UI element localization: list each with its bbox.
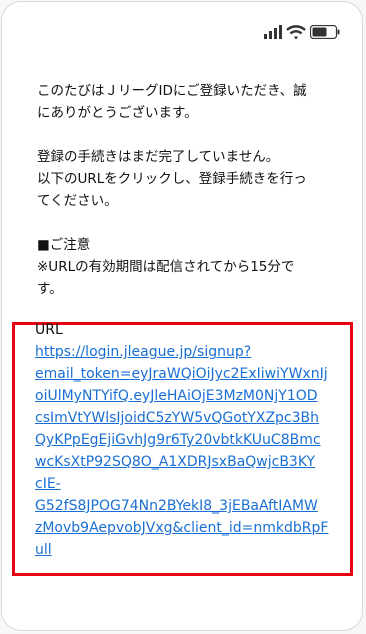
notice-body: ※URLの有効期間は配信されてから15分で す。 xyxy=(37,259,295,297)
status-bar xyxy=(264,20,340,44)
battery-icon xyxy=(310,25,340,39)
wifi-icon xyxy=(286,24,306,40)
signup-link[interactable]: https://login.jleague.jp/signup? email_t… xyxy=(35,341,345,561)
notice-heading: ■ご注意 xyxy=(37,237,91,253)
cellular-signal-icon xyxy=(264,25,282,39)
intro-text: このたびはＪリーグIDにご登録いただき、誠 にありがとうございます。 xyxy=(37,83,307,121)
url-label: URL xyxy=(35,322,63,338)
incomplete-notice-text: 登録の手続きはまだ完了していません。 以下のURLをクリックし、登録手続きを行っ… xyxy=(37,149,307,209)
email-message-body: このたびはＪリーグIDにご登録いただき、誠 にありがとうございます。 登録の手続… xyxy=(37,80,337,300)
